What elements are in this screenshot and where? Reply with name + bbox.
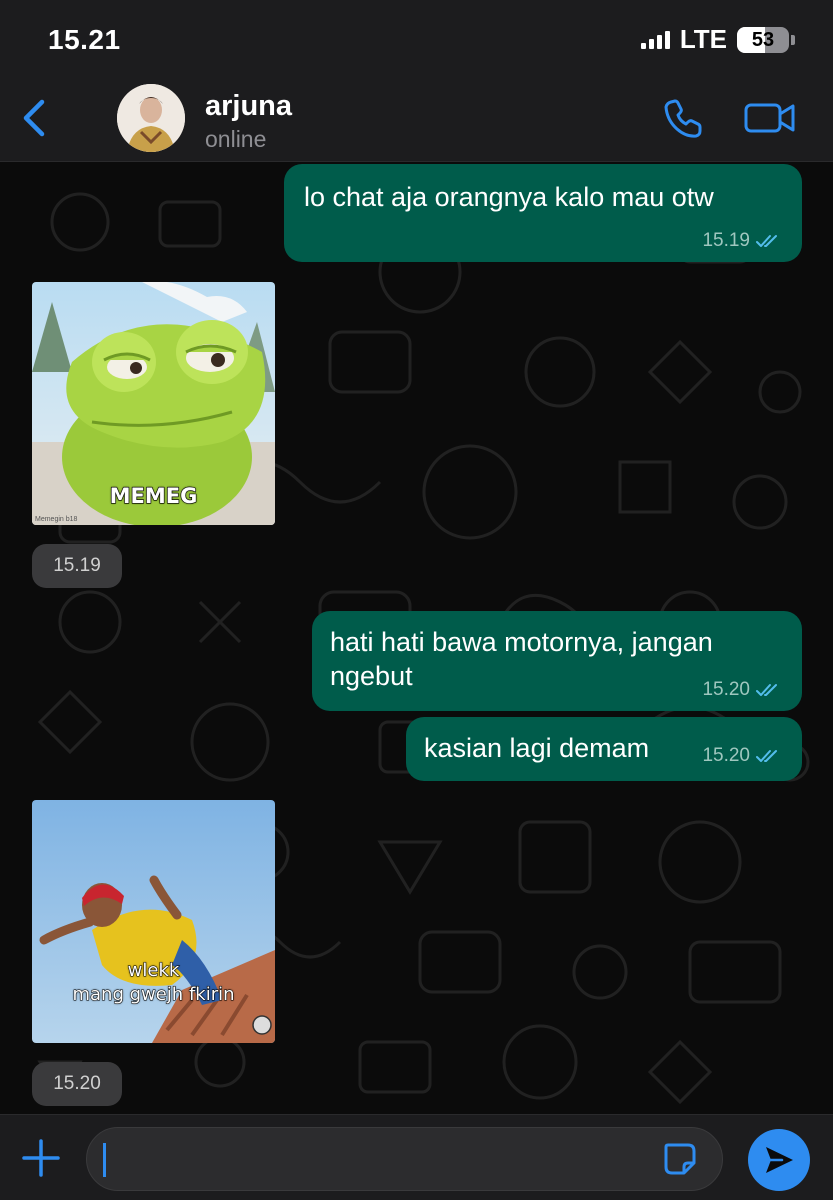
- message-input[interactable]: [86, 1127, 723, 1191]
- status-bar: 15.21 LTE 53: [0, 0, 833, 80]
- message-text: lo chat aja orangnya kalo mau otw: [304, 182, 714, 212]
- video-camera-icon[interactable]: [743, 100, 797, 136]
- message-time: 15.20: [702, 745, 750, 766]
- message-meta: 15.19: [702, 230, 784, 252]
- message-meta: 15.20: [702, 679, 784, 701]
- contact-presence: online: [205, 126, 267, 152]
- phone-icon[interactable]: [662, 98, 704, 140]
- battery-icon: 53: [737, 26, 789, 53]
- battery-level: 53: [751, 28, 775, 51]
- message-bubble-outgoing[interactable]: lo chat aja orangnya kalo mau otw 15.19: [284, 164, 802, 262]
- message-bubble-outgoing[interactable]: kasian lagi demam 15.20: [406, 717, 802, 781]
- chevron-left-icon[interactable]: [14, 96, 54, 140]
- plus-icon[interactable]: [20, 1137, 62, 1179]
- status-indicators: LTE 53: [640, 24, 795, 55]
- sticker-message[interactable]: MEMEG Memegin b18: [32, 282, 275, 525]
- message-list[interactable]: lo chat aja orangnya kalo mau otw 15.19: [0, 162, 833, 1114]
- message-time: 15.19: [702, 230, 750, 251]
- send-button[interactable]: [748, 1129, 810, 1191]
- sticker-caption-line-2: mang gwejh fkirin: [72, 984, 235, 1006]
- read-receipt-icon: [756, 750, 777, 762]
- contact-avatar[interactable]: [117, 84, 185, 152]
- contact-name[interactable]: arjuna: [205, 90, 292, 123]
- read-receipt-icon: [756, 235, 777, 247]
- signal-icon: [640, 30, 670, 49]
- message-bubble-outgoing[interactable]: hati hati bawa motornya, jangan ngebut 1…: [312, 611, 802, 711]
- network-type: LTE: [679, 24, 727, 54]
- sticker-icon[interactable]: [662, 1141, 698, 1177]
- sticker-message[interactable]: wlekk mang gwejh fkirin: [32, 800, 275, 1043]
- send-icon: [766, 1147, 793, 1173]
- message-time-pill: 15.19: [32, 544, 122, 588]
- message-time: 15.20: [702, 679, 750, 700]
- sticker-caption-line-1: wlekk: [127, 960, 180, 982]
- sticker-watermark: Memegin b18: [35, 516, 78, 523]
- text-caret: [103, 1143, 106, 1177]
- man-on-roof-sticker-image: [32, 800, 275, 1043]
- sticker-caption: MEMEG: [109, 483, 198, 508]
- read-receipt-icon: [756, 684, 777, 696]
- message-meta: 15.20: [702, 745, 784, 767]
- message-composer: [0, 1114, 833, 1200]
- status-time: 15.21: [48, 24, 121, 55]
- chat-header: arjuna online: [0, 80, 833, 162]
- message-text: kasian lagi demam: [424, 733, 650, 763]
- message-time-pill: 15.20: [32, 1062, 122, 1106]
